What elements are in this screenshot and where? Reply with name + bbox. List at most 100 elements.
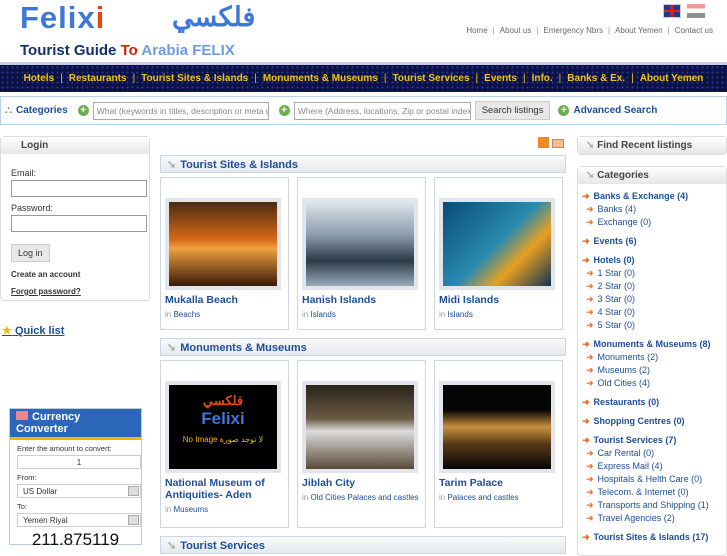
section-header[interactable]: ➘ Tourist Sites & Islands — [160, 155, 566, 173]
nav-link[interactable]: Tourist Sites & Islands — [141, 73, 248, 84]
category-item[interactable]: ➜ Shopping Centres (0) — [578, 415, 726, 428]
listing-photo[interactable] — [165, 198, 281, 290]
nav-link[interactable]: Monuments & Museums — [263, 73, 378, 84]
password-field[interactable] — [11, 215, 147, 232]
subcategory-item[interactable]: ➜ 1 Star (0) — [578, 267, 726, 280]
subcategory-item[interactable]: ➜ Express Mail (4) — [578, 460, 726, 473]
search-listings-button[interactable]: Search listings — [474, 101, 551, 120]
subcategory-item[interactable]: ➜ Banks (4) — [578, 203, 726, 216]
nav-link[interactable]: Events — [484, 73, 517, 84]
subcategory-label: 5 Star (0) — [597, 320, 636, 330]
listing-name[interactable]: Mukalla Beach — [165, 294, 284, 306]
where-input[interactable]: Where (Address, locations, Zip or postal… — [293, 101, 471, 120]
subcategory-item[interactable]: ➜ 5 Star (0) — [578, 319, 726, 332]
category-item[interactable]: ➜ Events (6) — [578, 235, 726, 248]
listing-photo[interactable] — [439, 381, 555, 473]
category-link[interactable]: Palaces and castles — [347, 493, 418, 502]
plus-icon[interactable]: + — [77, 105, 89, 116]
subcategory-label: 2 Star (0) — [597, 281, 636, 291]
email-field[interactable] — [11, 180, 147, 197]
subcategory-item[interactable]: ➜ Museums (2) — [578, 364, 726, 377]
category-link[interactable]: Museums — [173, 505, 208, 514]
to-select[interactable]: Yemen Riyal — [17, 513, 141, 527]
arrow-icon: ➜ — [586, 217, 594, 227]
category-item[interactable]: ➜ Banks & Exchange (4) — [578, 190, 726, 203]
subcategory-item[interactable]: ➜ Transports and Shipping (1) — [578, 499, 726, 512]
nav-link[interactable]: Tourist Services — [392, 73, 469, 84]
what-input[interactable]: What (keywords in titles, description or… — [92, 101, 269, 120]
top-link[interactable]: About us — [500, 26, 532, 35]
top-link[interactable]: Home — [466, 26, 487, 35]
subcategory-item[interactable]: ➜ Telecom. & Internet (0) — [578, 486, 726, 499]
category-link[interactable]: Old Cities — [310, 493, 345, 502]
subcategory-item[interactable]: ➜ 2 Star (0) — [578, 280, 726, 293]
subcategory-label: Hospitals & Helth Care (0) — [597, 474, 703, 484]
categories-link[interactable]: Categories — [16, 105, 68, 116]
category-item[interactable]: ➜ Tourist Services (7) — [578, 434, 726, 447]
login-button[interactable]: Log in — [11, 244, 50, 262]
subcategory-item[interactable]: ➜ Hospitals & Helth Care (0) — [578, 473, 726, 486]
subcategory-item[interactable]: ➜ Old Cities (4) — [578, 377, 726, 390]
subcategory-label: Monuments (2) — [597, 352, 659, 362]
nav-link[interactable]: About Yemen — [640, 73, 704, 84]
listing-card[interactable]: Jiblah City in Old Cities Palaces and cas… — [297, 360, 426, 528]
subcategory-item[interactable]: ➜ 4 Star (0) — [578, 306, 726, 319]
category-link[interactable]: Beachs — [173, 310, 200, 319]
category-item[interactable]: ➜ Monuments & Museums (8) — [578, 338, 726, 351]
category-label: Hotels (0) — [593, 255, 635, 265]
nav-link[interactable]: Banks & Ex. — [567, 73, 625, 84]
category-link[interactable]: Palaces and castles — [447, 493, 518, 502]
section-header[interactable]: ➘ Tourist Services — [160, 536, 566, 554]
category-item[interactable]: ➜ Hotels (0) — [578, 254, 726, 267]
rss-icon[interactable] — [538, 137, 564, 151]
listing-photo[interactable]: فلكسي Felixi No Image لا توجد صورة — [165, 381, 281, 473]
category-label: Shopping Centres (0) — [593, 416, 685, 426]
search-bar: ⛬ Categories + What (keywords in titles,… — [0, 96, 727, 125]
email-icon[interactable] — [551, 139, 564, 148]
logo-arabic: فلكسي — [172, 2, 256, 32]
english-flag-icon[interactable] — [663, 4, 681, 18]
logo-english[interactable]: Felixi — [20, 0, 105, 36]
listing-photo[interactable] — [439, 198, 555, 290]
create-account-link[interactable]: Create an account — [11, 270, 149, 279]
subcategory-item[interactable]: ➜ Exchange (0) — [578, 216, 726, 229]
listing-card[interactable]: فلكسي Felixi No Image لا توجد صورة National… — [160, 360, 289, 528]
plus-icon[interactable]: + — [278, 105, 290, 116]
quick-list-link[interactable]: ★ Quick list — [2, 324, 64, 337]
arabic-flag-icon[interactable] — [687, 4, 705, 18]
listing-photo[interactable] — [302, 198, 418, 290]
listing-name[interactable]: Jiblah City — [302, 477, 421, 489]
nav-link[interactable]: Restaurants — [69, 73, 127, 84]
advanced-search-link[interactable]: Advanced Search — [573, 105, 657, 116]
listing-card[interactable]: Midi Islands in Islands — [434, 177, 563, 330]
category-item[interactable]: ➜ Restaurants (0) — [578, 396, 726, 409]
nav-link[interactable]: Info. — [532, 73, 553, 84]
category-link[interactable]: Islands — [447, 310, 472, 319]
subcategory-item[interactable]: ➜ Monuments (2) — [578, 351, 726, 364]
section-header[interactable]: ➘ Monuments & Museums — [160, 338, 566, 356]
nav-link[interactable]: Hotels — [24, 73, 55, 84]
category-link[interactable]: Islands — [310, 310, 335, 319]
from-select[interactable]: US Dollar — [17, 484, 141, 498]
separator: | — [667, 26, 670, 35]
listing-card[interactable]: Hanish Islands in Islands — [297, 177, 426, 330]
listing-name[interactable]: Hanish Islands — [302, 294, 421, 306]
find-recent-box[interactable]: ➘ Find Recent listings — [577, 136, 727, 155]
forgot-password-link[interactable]: Forgot password? — [11, 287, 149, 296]
amount-input[interactable]: 1 — [17, 455, 141, 469]
top-link[interactable]: About Yemen — [615, 26, 663, 35]
listing-name[interactable]: National Museum of Antiquities- Aden — [165, 477, 284, 501]
top-link[interactable]: Emergency Nbrs — [543, 26, 603, 35]
listing-card[interactable]: Mukalla Beach in Beachs — [160, 177, 289, 330]
top-link[interactable]: Contact us — [675, 26, 713, 35]
listing-name[interactable]: Midi Islands — [439, 294, 558, 306]
subcategory-item[interactable]: ➜ Travel Agencies (2) — [578, 512, 726, 525]
listing-name[interactable]: Tarim Palace — [439, 477, 558, 489]
no-image-text: No Image — [182, 435, 218, 444]
subcategory-item[interactable]: ➜ 3 Star (0) — [578, 293, 726, 306]
arrow-icon: ➜ — [586, 320, 594, 330]
subcategory-item[interactable]: ➜ Car Rental (0) — [578, 447, 726, 460]
category-item[interactable]: ➜ Tourist Sites & Islands (17) — [578, 531, 726, 544]
listing-photo[interactable] — [302, 381, 418, 473]
listing-card[interactable]: Tarim Palace in Palaces and castles — [434, 360, 563, 528]
